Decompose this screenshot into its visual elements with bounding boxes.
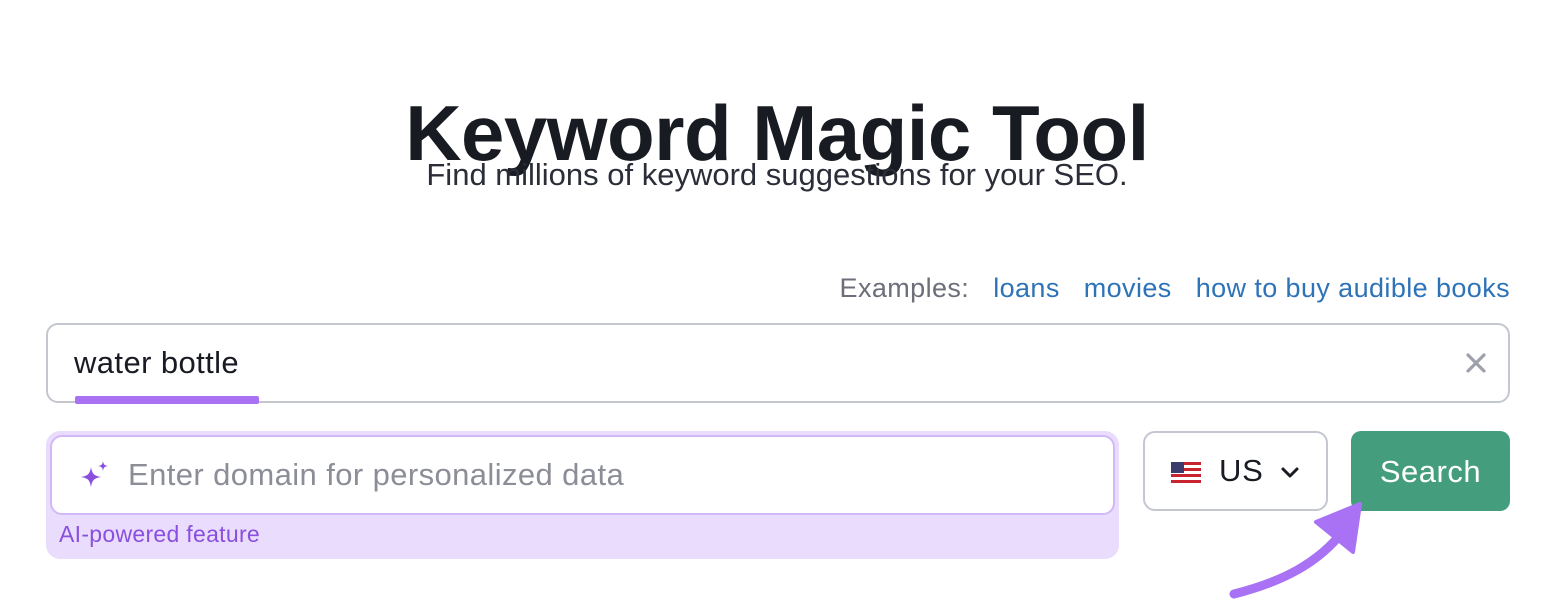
ai-domain-panel: Enter domain for personalized data AI-po… [46, 431, 1119, 559]
close-icon [1466, 353, 1486, 373]
example-link-audible-books[interactable]: how to buy audible books [1196, 273, 1510, 304]
domain-input-placeholder[interactable]: Enter domain for personalized data [128, 455, 624, 495]
clear-keyword-button[interactable] [1458, 345, 1494, 381]
examples-label: Examples: [839, 272, 970, 303]
page-subtitle: Find millions of keyword suggestions for… [426, 157, 1128, 192]
domain-input[interactable]: Enter domain for personalized data [50, 435, 1115, 515]
ai-feature-label: AI-powered feature [59, 521, 261, 547]
keyword-input-value[interactable]: water bottle [74, 343, 239, 383]
country-select-value: US [1219, 453, 1264, 488]
keyword-input[interactable]: water bottle [46, 323, 1510, 404]
chevron-down-icon [1281, 467, 1299, 478]
example-link-movies[interactable]: movies [1084, 273, 1172, 304]
examples-row: Examples: loans movies how to buy audibl… [840, 268, 1510, 308]
arrow-annotation [1229, 502, 1362, 599]
keyword-underline [75, 396, 259, 404]
sparkle-icon [81, 461, 108, 487]
us-flag-icon [1171, 462, 1201, 483]
example-link-loans[interactable]: loans [993, 273, 1060, 304]
